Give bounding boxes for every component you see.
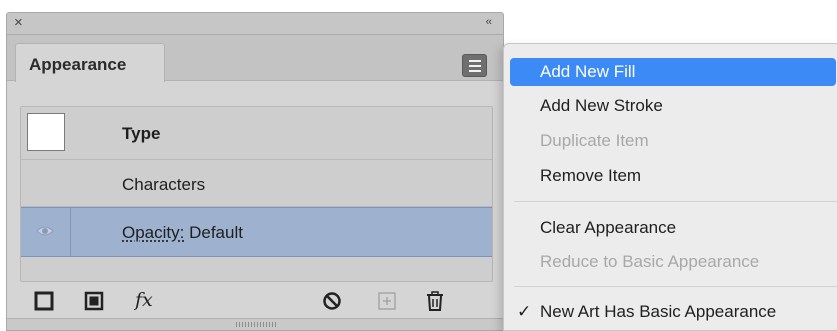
- menu-item-label: Add New Fill: [540, 62, 636, 81]
- menu-item-label: Reduce to Basic Appearance: [540, 252, 760, 271]
- appearance-list: Type Characters Opacity: Default: [20, 106, 493, 282]
- menu-item-add-new-stroke[interactable]: Add New Stroke: [504, 92, 837, 120]
- panel-tab-strip: Appearance: [7, 35, 503, 82]
- stroke-square-icon[interactable]: [34, 291, 54, 311]
- menu-item-remove-item[interactable]: Remove Item: [504, 162, 837, 190]
- hamburger-icon: [469, 65, 481, 67]
- appearance-row-characters[interactable]: Characters: [21, 160, 492, 207]
- menu-item-label: Duplicate Item: [540, 131, 649, 150]
- row-label-type: Type: [122, 124, 161, 143]
- close-icon[interactable]: ×: [14, 15, 23, 31]
- panel-flyout-menu: Add New Fill Add New Stroke Duplicate It…: [503, 43, 837, 331]
- fx-icon[interactable]: fx: [135, 289, 161, 311]
- row-label-characters: Characters: [122, 175, 206, 194]
- fill-square-icon[interactable]: [84, 291, 104, 311]
- type-thumbnail: [27, 113, 65, 151]
- menu-separator: [514, 286, 837, 287]
- visibility-toggle[interactable]: [21, 208, 71, 256]
- appearance-row-type[interactable]: Type: [21, 107, 492, 160]
- tab-appearance-label: Appearance: [29, 55, 127, 74]
- trash-icon[interactable]: [425, 291, 445, 311]
- menu-item-clear-appearance[interactable]: Clear Appearance: [504, 214, 837, 242]
- menu-item-reduce-to-basic: Reduce to Basic Appearance: [504, 248, 837, 276]
- menu-separator: [514, 201, 837, 202]
- resize-grip-icon: [236, 322, 276, 327]
- hamburger-icon: [469, 70, 481, 72]
- hamburger-icon: [469, 60, 481, 62]
- menu-item-label: Remove Item: [540, 166, 642, 185]
- tab-appearance[interactable]: Appearance: [15, 43, 165, 82]
- opacity-value: Default: [189, 223, 243, 242]
- menu-item-label: Clear Appearance: [540, 218, 677, 237]
- plus-square-icon: [378, 292, 396, 310]
- menu-item-label: Add New Stroke: [540, 96, 663, 115]
- appearance-panel: × ‹‹ Appearance Type Characters Opacity:…: [6, 12, 504, 331]
- appearance-row-opacity[interactable]: Opacity: Default: [21, 207, 492, 257]
- eye-icon: [36, 226, 54, 236]
- panel-menu-button[interactable]: [462, 54, 487, 77]
- checkmark-icon: ✓: [517, 302, 532, 321]
- panel-title-bar[interactable]: × ‹‹: [7, 13, 503, 35]
- menu-item-new-art-basic[interactable]: ✓ New Art Has Basic Appearance: [504, 298, 837, 326]
- panel-bottom-toolbar: fx: [7, 283, 503, 319]
- menu-item-add-new-fill[interactable]: Add New Fill: [510, 58, 836, 86]
- menu-item-label: New Art Has Basic Appearance: [540, 302, 777, 321]
- menu-item-duplicate-item: Duplicate Item: [504, 127, 837, 155]
- row-label-opacity: Opacity: Default: [122, 223, 243, 243]
- collapse-icon[interactable]: ‹‹: [486, 16, 492, 28]
- opacity-link[interactable]: Opacity:: [122, 223, 184, 242]
- prohibited-icon[interactable]: [322, 291, 342, 311]
- panel-resize-handle[interactable]: [7, 318, 503, 330]
